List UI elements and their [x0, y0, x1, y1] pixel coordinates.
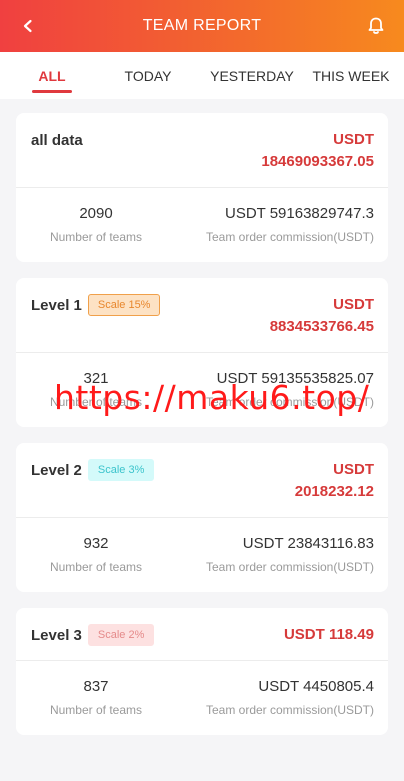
card-title-group: Level 3 Scale 2%: [31, 624, 155, 646]
card-amount: USDT 18469093367.05: [261, 129, 374, 173]
commission-value: USDT 23843116.83: [242, 535, 374, 552]
page-title: TEAM REPORT: [142, 17, 262, 34]
chevron-left-icon: [23, 19, 32, 33]
back-button[interactable]: [16, 14, 40, 38]
commission-label: Team order commission(USDT): [205, 230, 374, 244]
commission-stat: USDT 59163829747.3 Team order commission…: [161, 204, 374, 244]
card-header: all data USDT 18469093367.05: [16, 113, 388, 188]
bell-icon: [368, 17, 384, 34]
card-stats: 932 Number of teams USDT 23843116.83 Tea…: [16, 518, 388, 592]
teams-stat: 837 Number of teams: [31, 677, 161, 717]
tab-all[interactable]: ALL: [0, 52, 104, 99]
commission-label: Team order commission(USDT): [205, 560, 374, 574]
report-card-all: all data USDT 18469093367.05 2090 Number…: [16, 113, 388, 262]
amount-value: USDT 118.49: [283, 626, 374, 643]
amount-value: 18469093367.05: [261, 153, 374, 170]
report-card-level-2: Level 2 Scale 3% USDT 2018232.12 932 Num…: [16, 443, 388, 592]
scale-badge: Scale 3%: [87, 459, 155, 481]
card-stats: 837 Number of teams USDT 4450805.4 Team …: [16, 661, 388, 735]
card-title-group: all data: [31, 129, 83, 151]
amount-value: 8834533766.45: [269, 318, 374, 335]
app-header: TEAM REPORT: [0, 0, 404, 52]
amount-currency: USDT: [333, 296, 374, 313]
report-card-level-1: Level 1 Scale 15% USDT 8834533766.45 321…: [16, 278, 388, 427]
commission-value: USDT 4450805.4: [258, 678, 374, 695]
card-title: all data: [31, 131, 83, 149]
commission-value: USDT 59163829747.3: [224, 205, 374, 222]
card-header: Level 3 Scale 2% USDT 118.49: [16, 608, 388, 661]
teams-value: 837: [83, 678, 109, 695]
card-title-group: Level 1 Scale 15%: [31, 294, 161, 316]
amount-currency: USDT: [333, 461, 374, 478]
period-tabs: ALL TODAY YESTERDAY THIS WEEK: [0, 52, 404, 99]
report-cards: all data USDT 18469093367.05 2090 Number…: [0, 99, 404, 735]
amount-value: 2018232.12: [294, 483, 374, 500]
notification-button[interactable]: [364, 14, 388, 38]
teams-value: 2090: [79, 205, 113, 222]
scale-badge: Scale 15%: [87, 294, 161, 316]
amount-currency: USDT: [333, 131, 374, 148]
report-card-level-3: Level 3 Scale 2% USDT 118.49 837 Number …: [16, 608, 388, 735]
teams-stat: 932 Number of teams: [31, 534, 161, 574]
tab-this-week[interactable]: THIS WEEK: [312, 52, 390, 99]
commission-label: Team order commission(USDT): [205, 703, 374, 717]
card-stats: 2090 Number of teams USDT 59163829747.3 …: [16, 188, 388, 262]
teams-stat: 2090 Number of teams: [31, 204, 161, 244]
commission-stat: USDT 4450805.4 Team order commission(USD…: [161, 677, 374, 717]
teams-label: Number of teams: [49, 395, 143, 409]
card-header: Level 2 Scale 3% USDT 2018232.12: [16, 443, 388, 518]
commission-value: USDT 59135535825.07: [216, 370, 374, 387]
card-title: Level 1: [31, 296, 82, 314]
card-amount: USDT 8834533766.45: [270, 294, 374, 338]
card-amount: USDT 2018232.12: [295, 459, 374, 503]
commission-stat: USDT 59135535825.07 Team order commissio…: [161, 369, 374, 409]
card-title-group: Level 2 Scale 3%: [31, 459, 155, 481]
card-stats: 321 Number of teams USDT 59135535825.07 …: [16, 353, 388, 427]
tab-yesterday[interactable]: YESTERDAY: [192, 52, 312, 99]
card-title: Level 2: [31, 461, 82, 479]
teams-label: Number of teams: [49, 230, 143, 244]
teams-label: Number of teams: [49, 560, 143, 574]
card-amount: USDT 118.49: [284, 624, 374, 646]
card-header: Level 1 Scale 15% USDT 8834533766.45: [16, 278, 388, 353]
teams-stat: 321 Number of teams: [31, 369, 161, 409]
teams-value: 932: [83, 535, 109, 552]
scale-badge: Scale 2%: [87, 624, 155, 646]
teams-label: Number of teams: [49, 703, 143, 717]
commission-stat: USDT 23843116.83 Team order commission(U…: [161, 534, 374, 574]
card-title: Level 3: [31, 626, 82, 644]
teams-value: 321: [83, 370, 109, 387]
commission-label: Team order commission(USDT): [205, 395, 374, 409]
tab-today[interactable]: TODAY: [104, 52, 192, 99]
